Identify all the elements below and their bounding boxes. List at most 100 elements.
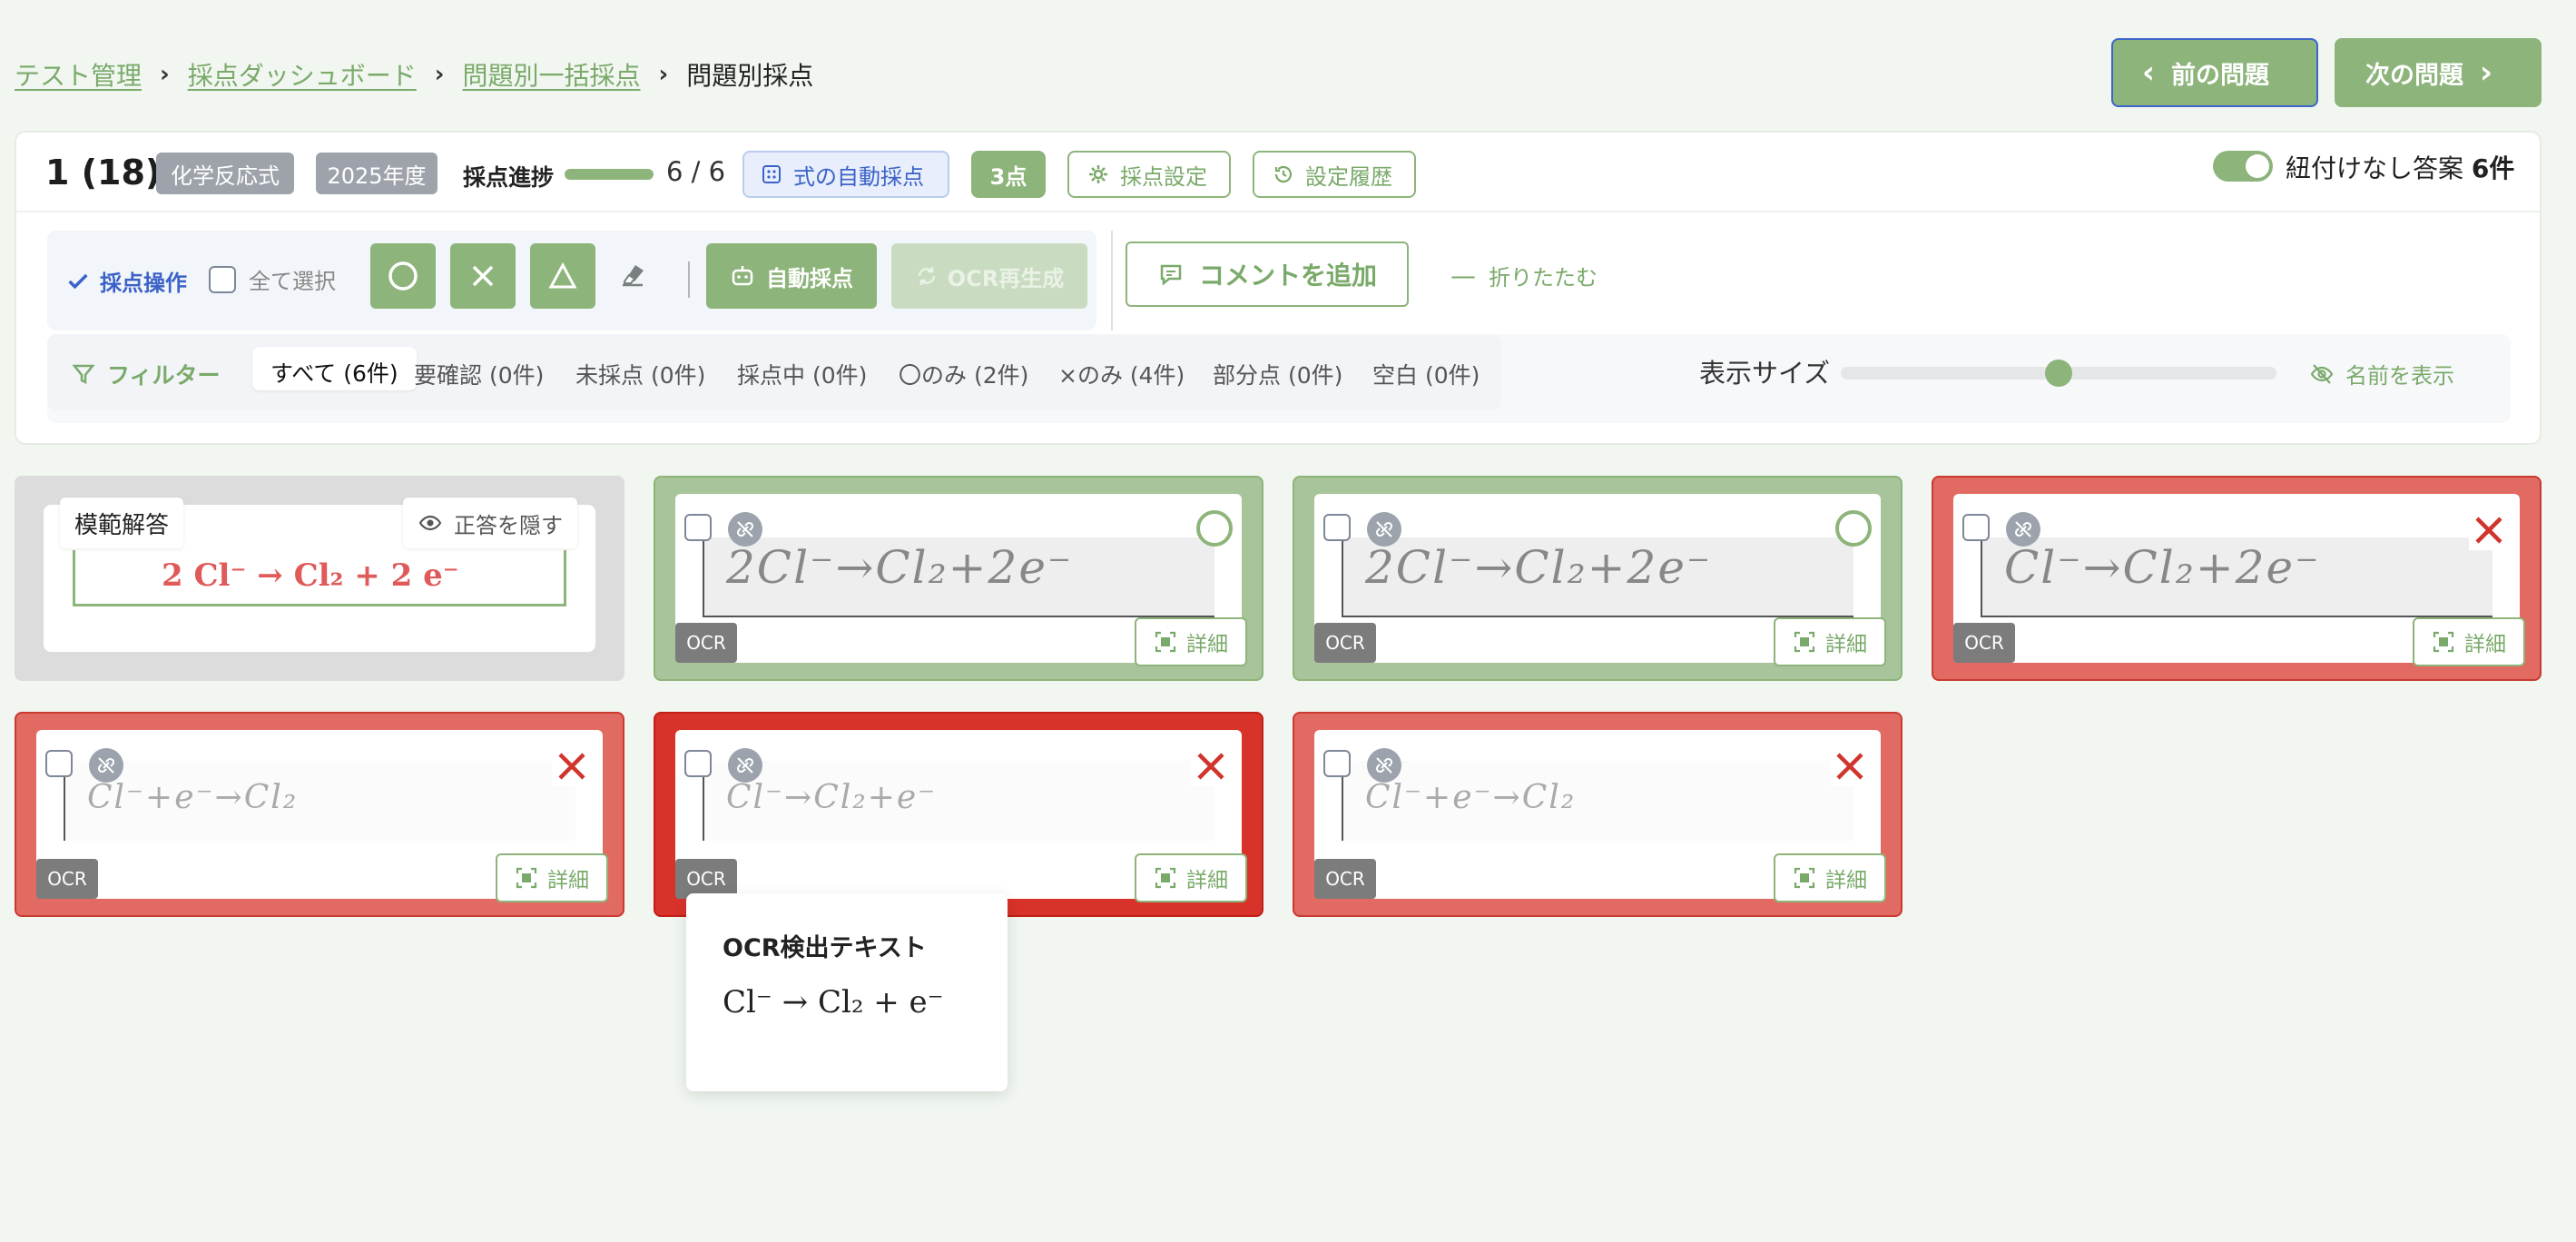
mark-wrong-button[interactable] bbox=[450, 243, 516, 309]
answer-image: Cl⁻→Cl₂+2e⁻ bbox=[1981, 537, 2492, 617]
ocr-tag[interactable]: OCR bbox=[1314, 859, 1376, 899]
prev-question-button[interactable]: ‹ 前の問題 bbox=[2111, 38, 2318, 107]
unlinked-toggle[interactable] bbox=[2213, 151, 2273, 182]
detail-button[interactable]: 詳細 bbox=[1774, 853, 1886, 902]
filter-tab-grading[interactable]: 採点中 (0件) bbox=[737, 358, 867, 390]
answer-card-body: Cl⁻+e⁻→Cl₂ OCR 詳細 bbox=[36, 730, 608, 902]
detail-label: 詳細 bbox=[1825, 633, 1867, 656]
chevron-left-icon: ‹ bbox=[2142, 54, 2156, 91]
breadcrumb: テスト管理 › 採点ダッシュボード › 問題別一括採点 › 問題別採点 bbox=[15, 56, 813, 93]
auto-formula-badge[interactable]: 式の自動採点 bbox=[742, 151, 949, 198]
focus-icon bbox=[2433, 631, 2454, 653]
ocr-tag[interactable]: OCR bbox=[36, 859, 98, 899]
chevron-right-icon: › bbox=[2480, 54, 2493, 91]
filter-tab-blank[interactable]: 空白 (0件) bbox=[1372, 358, 1480, 390]
model-answer-formula: 2 Cl⁻ → Cl₂ + 2 e⁻ bbox=[162, 557, 459, 594]
history-icon bbox=[1274, 165, 1293, 183]
filter-tab-correct-only[interactable]: 〇のみ (2件) bbox=[899, 358, 1028, 390]
hide-answer-button[interactable]: 正答を隠す bbox=[403, 498, 577, 548]
detail-button[interactable]: 詳細 bbox=[496, 853, 608, 902]
show-name-button[interactable]: 名前を表示 bbox=[2309, 358, 2454, 389]
select-all-checkbox[interactable] bbox=[209, 265, 236, 293]
question-header: 1 (18) 化学反応式 2025年度 採点進捗 6 / 6 式の自動採点 3点… bbox=[16, 133, 2540, 212]
unlink-icon[interactable] bbox=[728, 748, 762, 783]
filter-tab-wrong-only[interactable]: ×のみ (4件) bbox=[1058, 358, 1185, 390]
ocr-regenerate-label: OCR再生成 bbox=[947, 265, 1065, 291]
mark-correct-button[interactable] bbox=[370, 243, 436, 309]
breadcrumb-bulk-grading[interactable]: 問題別一括採点 bbox=[462, 56, 640, 93]
model-answer-card: 2 Cl⁻ → Cl₂ + 2 e⁻ 模範解答 正答を隠す bbox=[15, 476, 624, 681]
handwriting: Cl⁻+e⁻→Cl₂ bbox=[1365, 779, 1577, 816]
answer-card[interactable]: 2Cl⁻→Cl₂+2e⁻ OCR 詳細 bbox=[1293, 476, 1903, 681]
add-comment-label: コメントを追加 bbox=[1198, 261, 1377, 291]
grading-settings-button[interactable]: 採点設定 bbox=[1067, 151, 1231, 198]
collapse-button[interactable]: — 折りたたむ bbox=[1450, 260, 1598, 291]
model-answer-label: 模範解答 bbox=[60, 498, 184, 548]
wrong-mark-icon bbox=[552, 746, 592, 786]
answer-image: Cl⁻→Cl₂+e⁻ bbox=[703, 761, 1214, 841]
answer-card[interactable]: Cl⁻→Cl₂+2e⁻ OCR 詳細 bbox=[1932, 476, 2542, 681]
circle-icon bbox=[388, 261, 418, 291]
points-badge: 3点 bbox=[971, 151, 1046, 198]
answer-card[interactable]: Cl⁻+e⁻→Cl₂ OCR 詳細 bbox=[1293, 712, 1903, 917]
answer-card-body: 2Cl⁻→Cl₂+2e⁻ OCR 詳細 bbox=[675, 494, 1247, 666]
unlink-icon[interactable] bbox=[1367, 748, 1401, 783]
display-size-handle[interactable] bbox=[2045, 360, 2072, 387]
eye-icon bbox=[418, 515, 442, 531]
breadcrumb-grading-dashboard[interactable]: 採点ダッシュボード bbox=[188, 56, 417, 93]
answer-checkbox[interactable] bbox=[45, 750, 73, 777]
next-question-label: 次の問題 bbox=[2365, 61, 2463, 90]
unlink-icon[interactable] bbox=[2006, 512, 2040, 547]
eraser-icon[interactable] bbox=[617, 258, 648, 297]
operations-label: 採点操作 bbox=[65, 265, 187, 297]
detail-button[interactable]: 詳細 bbox=[1135, 853, 1247, 902]
unlink-icon[interactable] bbox=[89, 748, 123, 783]
detail-button[interactable]: 詳細 bbox=[2413, 617, 2525, 666]
detail-label: 詳細 bbox=[1186, 633, 1228, 656]
handwriting: Cl⁻→Cl₂+2e⁻ bbox=[2004, 541, 2321, 594]
answer-checkbox[interactable] bbox=[1323, 514, 1351, 541]
filter-tab-needs-review[interactable]: 要確認 (0件) bbox=[414, 358, 544, 390]
answer-checkbox[interactable] bbox=[684, 750, 712, 777]
filter-tab-all[interactable]: すべて (6件) bbox=[252, 347, 417, 390]
answer-checkbox[interactable] bbox=[684, 514, 712, 541]
mark-partial-button[interactable] bbox=[530, 243, 595, 309]
detail-button[interactable]: 詳細 bbox=[1135, 617, 1247, 666]
ocr-popup-title: OCR検出テキスト bbox=[723, 934, 927, 962]
detail-label: 詳細 bbox=[547, 869, 589, 892]
detail-label: 詳細 bbox=[1186, 869, 1228, 892]
answer-image: Cl⁻+e⁻→Cl₂ bbox=[64, 761, 575, 841]
answer-checkbox[interactable] bbox=[1323, 750, 1351, 777]
chevron-right-icon: › bbox=[434, 61, 445, 88]
ocr-tag[interactable]: OCR bbox=[1953, 623, 2015, 663]
ocr-tag[interactable]: OCR bbox=[675, 623, 737, 663]
breadcrumb-test-management[interactable]: テスト管理 bbox=[15, 56, 142, 93]
answer-checkbox[interactable] bbox=[1962, 514, 1990, 541]
answer-card[interactable]: 2Cl⁻→Cl₂+2e⁻ OCR 詳細 bbox=[654, 476, 1263, 681]
grid-icon bbox=[762, 165, 781, 183]
handwriting: Cl⁻+e⁻→Cl₂ bbox=[87, 779, 299, 816]
add-comment-button[interactable]: コメントを追加 bbox=[1126, 242, 1409, 307]
unlinked-count: 6件 bbox=[2471, 153, 2515, 183]
answer-card[interactable]: Cl⁻+e⁻→Cl₂ OCR 詳細 bbox=[15, 712, 624, 917]
unlink-icon[interactable] bbox=[1367, 512, 1401, 547]
next-question-button[interactable]: 次の問題 › bbox=[2335, 38, 2542, 107]
unlink-icon[interactable] bbox=[728, 512, 762, 547]
answer-card[interactable]: Cl⁻→Cl₂+e⁻ OCR 詳細 bbox=[654, 712, 1263, 917]
answer-card-body: Cl⁻→Cl₂+2e⁻ OCR 詳細 bbox=[1953, 494, 2525, 666]
detail-button[interactable]: 詳細 bbox=[1774, 617, 1886, 666]
settings-history-button[interactable]: 設定履歴 bbox=[1253, 151, 1416, 198]
filter-tab-ungraded[interactable]: 未採点 (0件) bbox=[575, 358, 705, 390]
chevron-right-icon: › bbox=[658, 61, 669, 88]
select-all[interactable]: 全て選択 bbox=[209, 263, 336, 295]
answer-image: 2Cl⁻→Cl₂+2e⁻ bbox=[703, 537, 1214, 617]
filter-tab-partial[interactable]: 部分点 (0件) bbox=[1213, 358, 1342, 390]
auto-grade-button[interactable]: 自動採点 bbox=[706, 243, 877, 309]
filter-bar: フィルター すべて (6件) 要確認 (0件) 未採点 (0件) 採点中 (0件… bbox=[47, 334, 2511, 423]
focus-icon bbox=[1155, 867, 1176, 889]
ocr-tag[interactable]: OCR bbox=[1314, 623, 1376, 663]
grading-panel: 1 (18) 化学反応式 2025年度 採点進捗 6 / 6 式の自動採点 3点… bbox=[15, 131, 2542, 445]
unlinked-label: 紐付けなし答案 6件 bbox=[2286, 149, 2514, 185]
question-number: 1 (18) bbox=[45, 153, 162, 192]
minus-icon: — bbox=[1450, 261, 1476, 291]
